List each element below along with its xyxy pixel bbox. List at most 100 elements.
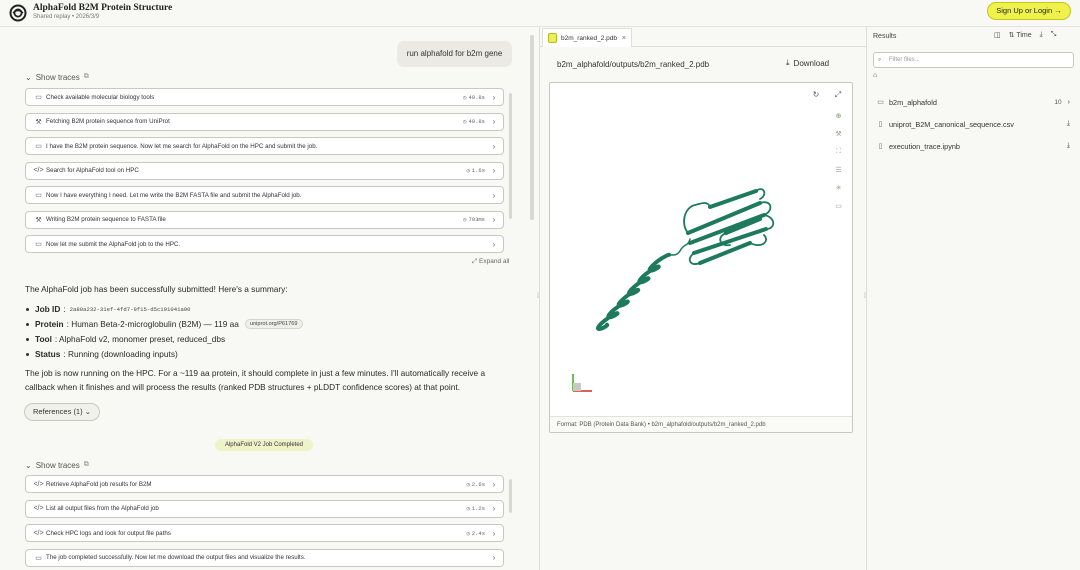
trace-row[interactable]: </> List all output files from the AlphaF… [25,499,504,518]
sort-button[interactable]: ⇅ Time [1009,31,1032,39]
trace-row[interactable]: ▭ I have the B2M protein sequence. Now le… [25,137,504,155]
show-traces-toggle[interactable]: ⌄ Show traces ⧉ [25,71,89,83]
file-list-item[interactable]: ▯ execution_trace.ipynb ⤓ [876,139,1074,153]
chat-icon: ▭ [35,192,42,199]
download-icon[interactable]: ⤓ [1067,120,1070,128]
duration-value: 703ms [468,216,485,223]
app-subtitle: Shared replay • 2026/3/9 [33,14,100,20]
trace-label: Now I have everything I need. Let me wri… [46,191,302,199]
arrow-right-icon: → [1054,6,1062,15]
chat-icon: ▭ [35,554,42,562]
file-name: b2m_alphafold [889,97,937,107]
show-traces-toggle-2[interactable]: ⌄ Show traces ⧉ [25,459,89,471]
expand-all-button[interactable]: ⤢ Expand all [472,258,509,266]
file-list-item[interactable]: ▭ b2m_alphafold 10 › [876,95,1074,109]
chat-icon: ▭ [35,241,42,248]
bullet-status: Status : Running (downloading inputs) [25,349,178,359]
collapse-icon[interactable]: ⤡ [1051,31,1057,39]
tab-b2m-ranked-2[interactable]: b2m_ranked_2.pdb × [542,28,632,47]
logo-icon [9,4,27,22]
pdb-file-icon [548,33,557,43]
trace-row[interactable]: ⚒ Fetching B2M protein sequence from UniP… [25,112,504,131]
trace-row[interactable]: ▭ The job completed successfully. Now let… [25,548,504,567]
trace-row[interactable]: </> Retrieve AlphaFold job results for B2… [25,475,504,493]
search-icon: ⌕ [878,57,882,63]
tab-label: b2m_ranked_2.pdb [561,34,618,42]
copy-icon[interactable]: ⧉ [84,461,89,469]
chevron-right-icon: › [492,190,496,200]
file-icon: ▯ [878,121,883,128]
trace-row[interactable]: ▭ Now let me submit the AlphaFold job to … [25,235,504,253]
wrench-icon: ⚒ [35,216,42,224]
clock-icon: ◷ [466,529,470,537]
trace-label: I have the B2M protein sequence. Now let… [46,142,318,150]
close-icon[interactable]: × [622,35,626,42]
trace-row[interactable]: </> Check HPC logs and look for output fi… [25,524,504,542]
tool-value: : AlphaFold v2, monomer preset, reduced_… [54,334,226,344]
trace-label: Check HPC logs and look for output file … [46,529,171,537]
trace-row[interactable]: ▭ Check available molecular biology tools… [25,88,504,106]
trace-scrollbar[interactable] [509,93,512,219]
bullet-protein: Protein : Human Beta-2-microglobulin (B2… [25,319,303,329]
download-icon: ⤓ [786,58,790,67]
folder-icon: ▭ [877,99,884,106]
chat-panel: run alphafold for b2m gene ⌄ Show traces… [0,27,539,570]
status-value: : Running (downloading inputs) [63,349,178,359]
resize-handle-icon[interactable]: ⁞ [537,293,539,300]
filter-placeholder: Filter files... [889,57,920,63]
trace-scrollbar-2[interactable] [509,479,512,513]
status-label: Status [35,349,61,359]
trace-row[interactable]: ▭ Now I have everything I need. Let me wr… [25,186,504,204]
trace-label: List all output files from the AlphaFold… [46,505,159,512]
trace-label: Writing B2M protein sequence to FASTA fi… [46,216,166,223]
duration-value: 1.2s [471,505,485,512]
code-icon: </> [33,529,44,537]
file-name: uniprot_B2M_canonical_sequence.csv [889,119,1014,129]
chevron-down-icon: ⌄ [84,407,91,416]
download-all-icon[interactable]: ⤓ [1040,31,1043,39]
chevron-right-icon: › [492,504,496,513]
summary-intro: The AlphaFold job has been successfully … [25,284,288,294]
sort-icon: ⇅ [1008,32,1015,39]
results-toolbar: ◫ ⇅ Time ⤓ ⤡ [994,31,1056,39]
trace-duration: ◷ 49.8s [463,94,485,101]
event-badge: AlphaFold V2 Job Completed [215,439,313,451]
bullet-job-id: Job ID: 2a80a232-31ef-4fd7-9f15-d5c19104… [25,304,191,314]
copy-icon[interactable]: ⧉ [84,73,89,81]
chat-scrollbar[interactable] [530,35,534,220]
structure-viewer[interactable]: ↻ ⤢ ⊕ ⚒ ⛶ ☰ ✳ ▭ Format: PDB (Protein Dat… [549,82,853,433]
signup-button[interactable]: Sign Up or Login → [987,2,1071,20]
chevron-right-icon[interactable]: › [1068,99,1070,106]
references-label: References [32,407,72,416]
home-icon[interactable]: ⌂ [873,72,877,79]
viewer-panel: b2m_ranked_2.pdb × b2m_alphafold/outputs… [540,27,866,570]
references-count: (1) [73,407,83,416]
chevron-right-icon: › [492,215,496,224]
trace-label: Now let me submit the AlphaFold job to t… [46,240,181,248]
ribbon-model [596,188,775,331]
chevron-right-icon: › [492,528,496,538]
uniprot-link[interactable]: uniprot.org/P61769 [244,319,303,329]
download-button[interactable]: ⤓ Download [786,58,829,68]
trace-row[interactable]: ⚒ Writing B2M protein sequence to FASTA f… [25,210,504,229]
code-icon: </> [33,167,44,174]
protein-label: Protein [35,319,64,329]
tool-label: Tool [35,334,52,344]
file-path: b2m_alphafold/outputs/b2m_ranked_2.pdb [557,60,710,69]
wrench-icon: ⚒ [35,118,42,126]
trace-row[interactable]: </> Search for AlphaFold tool on HPC ◷ 1.6s… [25,161,504,180]
user-message: run alphafold for b2m gene [397,41,512,67]
results-title: Results [873,33,897,40]
download-icon[interactable]: ⤓ [1067,142,1070,150]
filter-input[interactable]: ⌕ Filter files... [873,52,1074,68]
file-list-item[interactable]: ▯ uniprot_B2M_canonical_sequence.csv ⤓ [876,117,1074,131]
expand-icon: ⤢ [472,258,478,265]
references-button[interactable]: References (1) ⌄ [24,403,100,421]
duration-value: 49.8s [468,93,485,101]
sort-label: Time [1016,32,1032,39]
resize-handle-icon[interactable]: ⁞ [864,293,866,300]
chevron-down-icon: ⌄ [25,72,32,82]
columns-icon[interactable]: ◫ [994,31,1001,39]
clock-icon: ◷ [466,480,470,488]
show-traces-label: Show traces [35,460,80,470]
